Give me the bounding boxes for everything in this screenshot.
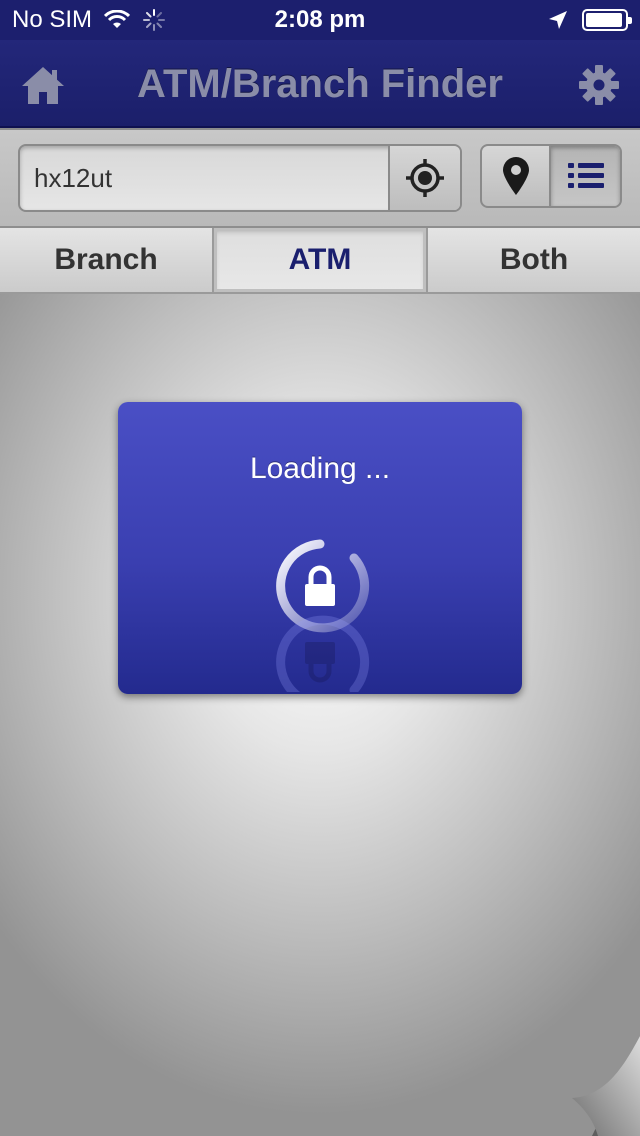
lock-icon-reflection	[276, 615, 370, 692]
crosshair-icon	[406, 159, 444, 197]
location-search-input[interactable]	[20, 146, 390, 210]
finder-type-tabs: Branch ATM Both	[0, 228, 640, 294]
settings-button[interactable]	[578, 64, 620, 106]
status-bar: No SIM 2:08 pm	[0, 0, 640, 40]
status-left: No SIM	[12, 0, 166, 40]
gear-icon	[579, 65, 619, 105]
search-box	[18, 144, 462, 212]
location-arrow-icon	[549, 11, 567, 29]
home-icon	[22, 67, 64, 104]
battery-level	[586, 13, 622, 27]
carrier-label: No SIM	[12, 6, 93, 33]
page-curl-icon[interactable]	[568, 1036, 640, 1136]
loading-text: Loading ...	[249, 452, 391, 485]
search-toolbar	[0, 130, 640, 228]
battery-icon	[582, 9, 632, 31]
view-toggle	[480, 144, 622, 208]
map-pin-icon	[502, 157, 529, 195]
tab-both[interactable]: Both	[428, 228, 640, 292]
locate-me-button[interactable]	[388, 146, 460, 210]
home-button[interactable]	[20, 64, 66, 106]
tab-atm[interactable]: ATM	[214, 228, 428, 292]
loading-dialog: Loading ...	[118, 402, 522, 694]
navigation-bar: ATM/Branch Finder	[0, 40, 640, 128]
activity-spinner-icon	[143, 9, 166, 31]
list-view-button[interactable]	[551, 146, 620, 206]
list-icon	[567, 163, 604, 188]
status-right	[548, 0, 632, 40]
page-title: ATM/Branch Finder	[137, 62, 503, 106]
map-view-button[interactable]	[482, 146, 552, 206]
wifi-icon	[104, 10, 131, 28]
tab-branch[interactable]: Branch	[0, 228, 214, 292]
